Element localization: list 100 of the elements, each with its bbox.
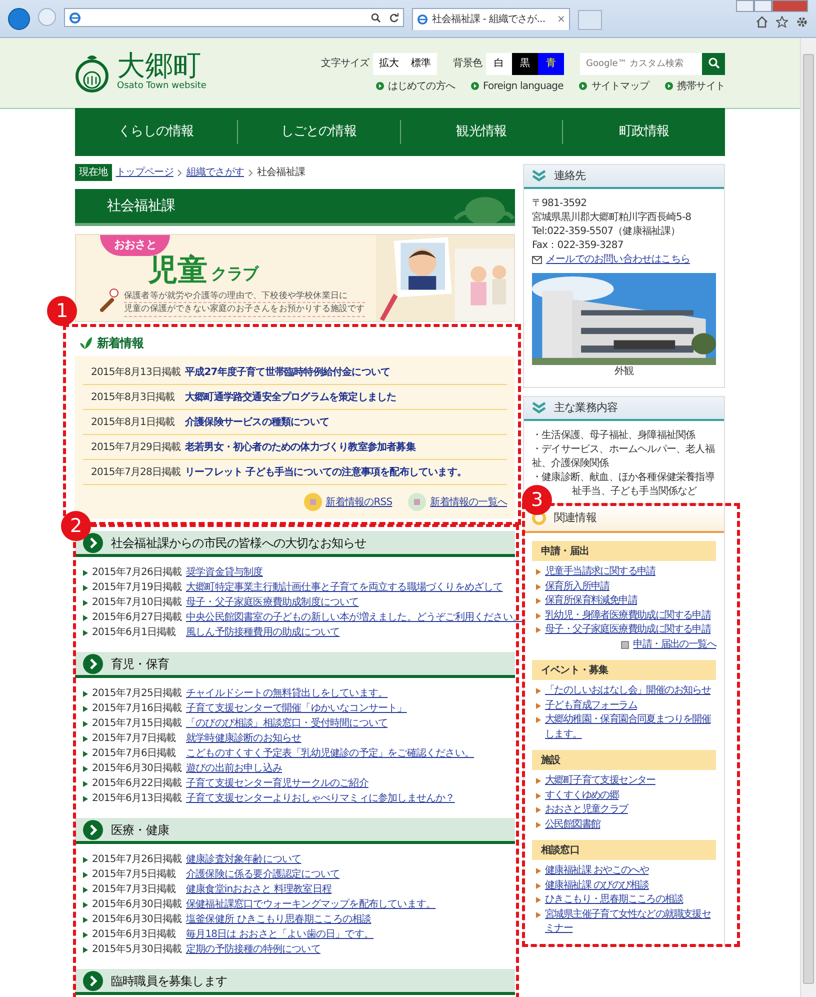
news-link[interactable]: リーフレット 子ども手当についての注意事項を配布しています。 [185,464,466,480]
related-link[interactable]: 保育所入所申請 [545,580,610,594]
notice-date: 2015年6月30日掲載 [92,912,182,927]
notice-date: 2015年6月22日掲載 [92,776,182,791]
notice-link[interactable]: 子育て支援センターで開催「ゆかいなコンサート」 [186,701,407,716]
utility-link[interactable]: サイトマップ [579,78,649,94]
nav-link[interactable]: 観光情報 [400,120,562,144]
notice-link[interactable]: 毎月18日は おおさと「よい歯の日」です。 [186,927,374,942]
notice-link[interactable]: 風しん予防接種費用の助成について [186,625,340,640]
notice-link[interactable]: 塩釜保健所 ひきこもり思春期こころの相談 [186,912,372,927]
font-size-button[interactable]: 拡大 [373,52,406,74]
breadcrumb-link[interactable]: 組織でさがす [186,165,244,180]
back-button[interactable] [8,8,30,30]
background-color-button[interactable]: 青 [538,52,564,74]
notice-link[interactable]: 子育て支援センターよりおしゃべりマミィに参加しませんか？ [186,791,455,806]
notice-link[interactable]: 大郷町特定事業主行動計画仕事と子育てを両立する職場づくりをめざして [186,580,503,595]
background-color-button[interactable]: 黒 [512,52,538,74]
related-link[interactable]: おおさと児童クラブ [545,803,628,818]
triangle-icon [83,614,88,620]
notice-date: 2015年6月13日掲載 [92,792,182,806]
related-link[interactable]: 子ども育成フォーラム [545,698,638,713]
related-link[interactable]: 児童手当請求に関する申請 [545,565,656,580]
refresh-icon[interactable] [389,12,399,22]
notice-link[interactable]: 「のびのび相談」相談窓口・受付時間について [186,716,388,731]
triangle-icon [83,856,88,862]
notice-link[interactable]: 奨学資金貸与制度 [186,565,263,580]
browser-tab[interactable]: 社会福祉課 - 組織でさが... × [412,8,570,30]
more-link[interactable]: 申請・届出の一覧へ [633,638,716,652]
related-link[interactable]: 大郷幼稚園・保育園合同夏まつりを開催します。 [545,713,716,742]
notice-link[interactable]: 母子・父子家庭医療費助成制度について [186,595,359,610]
news-link[interactable]: 老若男女・初心者のための体力づくり教室参加者募集 [185,440,416,454]
banner-subtitle: クラブ [211,262,258,284]
related-link[interactable]: すくすくゆめの郷 [545,788,619,803]
news-more-link[interactable]: 新着情報の一覧へ [430,494,507,510]
list-icon [408,493,426,511]
close-tab-button[interactable]: × [557,12,565,27]
settings-icon[interactable] [796,16,808,28]
nav-link[interactable]: 町政情報 [562,120,725,144]
related-link[interactable]: 大郷町子育て支援センター [545,774,656,788]
news-more-link[interactable]: 新着情報のRSS [326,494,392,510]
group-heading: 相談窓口 [541,844,580,858]
search-field[interactable]: Google™ カスタム検索 [580,52,702,74]
contact-text: Tel:022-359-5507（健康福祉課） [532,225,682,239]
duty-text: ・健康診断、献血、ほか各種保健栄養指導 [532,471,716,485]
notice-link[interactable]: 遊びの出前お申し込み [186,761,282,776]
utility-link[interactable]: はじめての方へ [376,78,456,94]
notice-date: 2015年6月30日掲載 [92,762,182,776]
notice-date: 2015年7月10日掲載 [92,596,182,610]
new-tab-button[interactable] [578,10,602,30]
notice-link[interactable]: 保健福祉課窓口でウォーキングマップを配布しています。 [186,897,436,912]
font-size-button[interactable]: 標準 [405,52,438,74]
related-link[interactable]: 公民館図書館 [545,818,600,832]
current-location-label: 現在地 [75,164,112,181]
nav-link[interactable]: しごとの情報 [236,120,400,144]
maximize-button[interactable] [754,0,772,12]
utility-link[interactable]: 携帯サイト [664,78,725,94]
notice-link[interactable]: 中央公民館図書室の子どもの新しい本が増えました。どうぞご利用ください。 [186,610,522,625]
notice-link[interactable]: 健康食堂inおおさと 料理教室日程 [186,882,332,897]
related-link[interactable]: 保育所保育料減免申請 [545,594,638,608]
notice-link[interactable]: 子育て支援センター育児サークルのご紹介 [186,776,368,791]
utility-link[interactable]: Foreign language [471,78,564,94]
minimize-button[interactable] [736,0,754,12]
related-link[interactable]: 健康福祉課 おやこのへや [545,864,649,878]
site-logo-title[interactable]: 大郷町 [117,52,206,80]
notice-date: 2015年7月6日掲載 [92,746,177,761]
nav-link[interactable]: くらしの情報 [75,120,237,144]
scrollbar[interactable] [800,38,816,997]
related-link[interactable]: 母子・父子家庭医療費助成に関する申請 [545,623,711,638]
section-heading: 育児・保育 [111,656,170,672]
related-link[interactable]: ひきこもり・思春期こころの相談 [545,893,684,908]
background-color-button[interactable]: 白 [486,52,512,74]
star-icon[interactable] [776,16,788,28]
related-link[interactable]: 「たのしいおはなし会」開催のお知らせ [545,684,711,698]
mail-link[interactable]: メールでのお問い合わせはこちら [546,253,690,267]
related-link[interactable]: 健康福祉課 のびのび相談 [545,878,649,893]
search-button[interactable] [702,52,725,74]
notice-link[interactable]: 就学時健康診断のお知らせ [186,731,302,746]
news-date: 2015年7月29日掲載 [91,440,182,454]
news-link[interactable]: 平成27年度子育て世帯臨時特例給付金について [185,364,390,380]
banner[interactable]: おおさと 児童 クラブ 保護者等が就労や介護等の理由で、下校後や学校休業日に 児童の保護ができない家庭のお子さんをお預かりする施設です [75,234,515,322]
notice-link[interactable]: 介護保険に係る要介護認定について [186,867,340,882]
related-link[interactable]: 乳幼児・身障者医療費助成に関する申請 [545,608,711,623]
forward-button[interactable] [38,8,56,26]
related-link[interactable]: 宮城県主催子育て女性などの就職支援セミナー [545,908,716,936]
search-icon[interactable] [371,12,381,22]
notice-link[interactable]: チャイルドシートの無料貸出しをしています。 [186,686,388,701]
home-icon[interactable] [756,16,768,28]
notice-link[interactable]: 定期の予防接種の特例について [186,942,320,957]
breadcrumb-link[interactable]: トップページ [116,165,174,180]
news-link[interactable]: 大郷町通学路交通安全プログラムを策定しました [185,390,396,404]
scrollbar-thumb[interactable] [803,54,814,984]
triangle-icon [536,912,541,918]
news-link[interactable]: 介護保険サービスの種類について [185,414,330,430]
arrow-circle-icon [579,82,588,90]
notice-link[interactable]: こどものすくすく予定表「乳幼児健診の予定」をご確認ください。 [186,746,474,761]
triangle-icon [536,778,541,784]
notice-link[interactable]: 健康診査対象年齢について [186,852,302,867]
leaf-icon [79,337,93,349]
triangle-icon [536,598,541,604]
triangle-icon [536,882,541,888]
